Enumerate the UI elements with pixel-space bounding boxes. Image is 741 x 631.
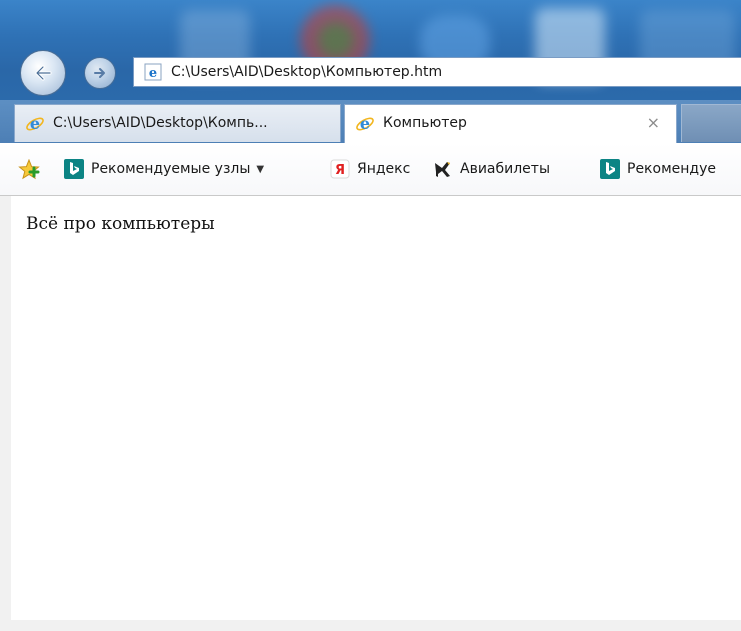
airplane-icon — [435, 162, 450, 177]
fav-label: Рекомендуе — [627, 161, 716, 177]
arrow-right-icon — [94, 68, 105, 78]
tab-desktop-file[interactable]: e C:\Users\AID\Desktop\Компь... — [14, 104, 341, 142]
svg-text:e: e — [30, 114, 40, 133]
svg-text:e: e — [360, 114, 370, 133]
address-bar[interactable]: e C:\Users\AID\Desktop\Компьютер.htm — [133, 57, 741, 87]
tab-bar: e C:\Users\AID\Desktop\Компь... e Компью… — [0, 100, 741, 143]
browser-window: e C:\Users\AID\Desktop\Компьютер.htm e C… — [0, 0, 741, 631]
forward-button[interactable] — [84, 57, 116, 89]
ie-icon: e — [26, 114, 44, 133]
fav-label: Рекомендуемые узлы — [91, 161, 251, 177]
yandex-icon: Я — [330, 159, 350, 179]
svg-text:e: e — [149, 66, 157, 81]
address-text: C:\Users\AID\Desktop\Компьютер.htm — [171, 64, 443, 80]
close-tab-icon[interactable]: × — [647, 113, 660, 132]
favorites-star-icon[interactable] — [18, 159, 40, 181]
tab-computer[interactable]: e Компьютер × — [344, 104, 677, 143]
page-content: Всё про компьютеры — [11, 196, 741, 620]
arrow-left-icon — [35, 65, 52, 81]
fav-label: Яндекс — [357, 161, 411, 177]
fav-label: Авиабилеты — [460, 161, 551, 177]
fav-recommended-2[interactable]: Рекомендуе — [600, 158, 716, 180]
title-bar: e C:\Users\AID\Desktop\Компьютер.htm — [0, 0, 741, 100]
ie-icon: e — [356, 114, 374, 133]
svg-text:Я: Я — [335, 163, 345, 178]
page-heading: Всё про компьютеры — [26, 214, 215, 234]
back-button[interactable] — [20, 50, 66, 96]
new-tab-button[interactable] — [681, 104, 741, 142]
bing-icon — [64, 159, 84, 179]
tab-label: Компьютер — [383, 115, 467, 131]
tab-label: C:\Users\AID\Desktop\Компь... — [53, 115, 268, 131]
chevron-down-icon[interactable]: ▼ — [256, 164, 264, 175]
ie-page-icon: e — [144, 63, 162, 81]
fav-yandex[interactable]: Я Яндекс — [330, 158, 410, 180]
favorites-bar: Рекомендуемые узлы ▼ Я Яндекс Авиабилеты… — [0, 143, 741, 196]
fav-recommended-sites[interactable]: Рекомендуемые узлы ▼ — [64, 158, 264, 180]
bing-icon — [600, 159, 620, 179]
fav-airtickets[interactable]: Авиабилеты — [433, 158, 550, 180]
